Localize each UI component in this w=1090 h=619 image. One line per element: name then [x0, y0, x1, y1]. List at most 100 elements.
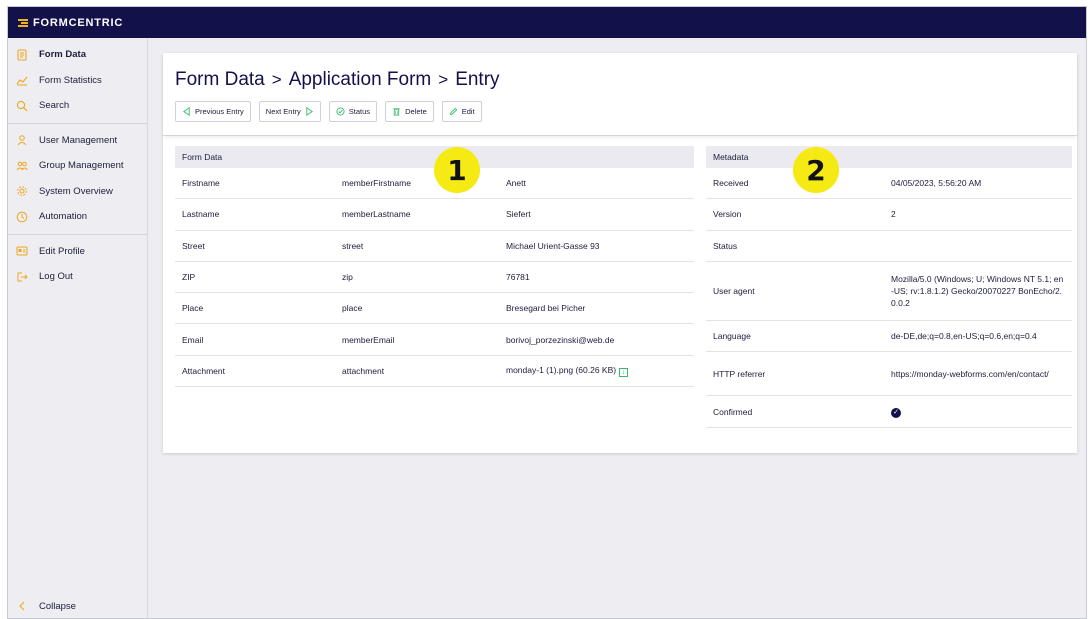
status-button[interactable]: Status — [328, 101, 378, 122]
metadata-title: Metadata — [706, 146, 1072, 168]
entry-card: Form Data > Application Form > Entry Pre… — [163, 53, 1077, 453]
chart-icon — [16, 74, 28, 86]
entry-header: Form Data > Application Form > Entry Pre… — [163, 53, 1077, 136]
sidebar-item-log-out[interactable]: Log Out — [8, 264, 147, 290]
table-row: ZIP zip 76781 — [175, 262, 694, 294]
search-icon — [16, 100, 28, 112]
field-name: street — [342, 240, 364, 251]
chevron-left-icon — [16, 600, 28, 612]
attachment-cell: monday-1 (1).png (60.26 KB) ↓ — [499, 364, 694, 378]
toolbar: Previous Entry Next Entry Status Delete … — [175, 101, 1077, 122]
next-entry-label: Next Entry — [265, 107, 301, 116]
field-label: Email — [182, 334, 204, 345]
edit-label: Edit — [461, 107, 475, 116]
table-row: HTTP referrer https://monday-webforms.co… — [706, 352, 1072, 397]
sidebar-item-label: Automation — [39, 211, 88, 223]
table-row: Version 2 — [706, 199, 1072, 231]
sidebar-item-label: Form Data — [39, 49, 86, 61]
sidebar: Form Data Form Statistics Search User Ma… — [8, 38, 148, 618]
clock-icon — [16, 211, 28, 223]
field-name: attachment — [342, 365, 385, 376]
gear-icon — [16, 185, 28, 197]
meta-value: de-DE,de;q=0.8,en-US;q=0.6,en;q=0.4 — [891, 331, 1037, 342]
logo-text: FORMCENTRIC — [33, 16, 124, 29]
previous-entry-label: Previous Entry — [195, 107, 244, 116]
triangle-right-icon — [305, 107, 314, 116]
sidebar-item-label: System Overview — [39, 185, 113, 197]
sidebar-item-label: Edit Profile — [39, 245, 85, 257]
meta-value: ✓ — [884, 405, 1072, 419]
field-label: Street — [182, 240, 205, 251]
sidebar-item-label: User Management — [39, 134, 118, 146]
sidebar-item-form-data[interactable]: Form Data — [8, 42, 147, 68]
meta-label: Confirmed — [713, 406, 753, 417]
sidebar-item-system-overview[interactable]: System Overview — [8, 179, 147, 205]
top-bar: FORMCENTRIC — [8, 7, 1086, 38]
annotation-marker-1: 1 — [434, 147, 480, 193]
sidebar-item-label: Log Out — [39, 271, 73, 283]
breadcrumb: Form Data > Application Form > Entry — [175, 68, 1077, 92]
logout-icon — [16, 271, 28, 283]
table-row: Language de-DE,de;q=0.8,en-US;q=0.6,en;q… — [706, 321, 1072, 353]
table-row: Received 04/05/2023, 5:56:20 AM — [706, 168, 1072, 200]
form-data-panel: Form Data Firstname memberFirstname Anet… — [175, 146, 694, 388]
field-label: Place — [182, 303, 204, 314]
table-row: Street street Michael Urient-Gasse 93 — [175, 231, 694, 262]
breadcrumb-item-application-form[interactable]: Application Form — [289, 69, 432, 91]
triangle-left-icon — [182, 107, 191, 116]
trash-icon — [392, 107, 401, 116]
table-row: Place place Bresegard bei Picher — [175, 293, 694, 325]
table-row: Confirmed ✓ — [706, 396, 1072, 429]
table-row: Lastname memberLastname Siefert — [175, 199, 694, 231]
field-value: Bresegard bei Picher — [506, 303, 586, 314]
app-window: FORMCENTRIC Form Data Form Statistics Se… — [7, 6, 1087, 619]
sidebar-item-search[interactable]: Search — [8, 93, 147, 119]
edit-button[interactable]: Edit — [441, 101, 482, 122]
field-value: Siefert — [506, 209, 531, 220]
delete-button[interactable]: Delete — [385, 101, 434, 122]
sidebar-item-label: Group Management — [39, 160, 124, 172]
meta-value: https://monday-webforms.com/en/contact/ — [891, 368, 1049, 379]
sidebar-item-group-management[interactable]: Group Management — [8, 153, 147, 179]
field-name: zip — [342, 272, 353, 283]
user-icon — [16, 134, 28, 146]
sidebar-item-edit-profile[interactable]: Edit Profile — [8, 239, 147, 265]
previous-entry-button[interactable]: Previous Entry — [175, 101, 251, 122]
breadcrumb-item-entry: Entry — [455, 69, 500, 90]
field-name: memberEmail — [342, 334, 395, 345]
meta-value: 2 — [891, 209, 896, 220]
table-row: Status — [706, 231, 1072, 262]
attachment-link[interactable]: monday-1 (1).png (60.26 KB) — [506, 365, 616, 375]
sidebar-item-automation[interactable]: Automation — [8, 204, 147, 230]
sidebar-item-label: Search — [39, 100, 70, 112]
breadcrumb-separator: > — [271, 70, 282, 89]
metadata-panel: Metadata Received 04/05/2023, 5:56:20 AM… — [706, 146, 1072, 429]
nav-group-admin: User Management Group Management System … — [8, 124, 147, 235]
download-icon[interactable]: ↓ — [619, 368, 629, 378]
meta-value: Mozilla/5.0 (Windows; U; Windows NT 5.1;… — [891, 273, 1064, 308]
field-name: place — [342, 303, 363, 314]
collapse-button[interactable]: Collapse — [16, 600, 76, 612]
breadcrumb-item-form-data[interactable]: Form Data — [175, 69, 265, 91]
next-entry-button[interactable]: Next Entry — [258, 101, 321, 122]
logo[interactable]: FORMCENTRIC — [18, 17, 123, 29]
nav-group-forms: Form Data Form Statistics Search — [8, 38, 147, 124]
check-circle-icon — [336, 107, 345, 116]
field-label: ZIP — [182, 272, 196, 283]
id-card-icon — [16, 245, 28, 257]
pencil-icon — [449, 107, 458, 116]
field-label: Firstname — [182, 178, 220, 189]
annotation-marker-2: 2 — [793, 147, 839, 193]
nav-group-profile: Edit Profile Log Out — [8, 235, 147, 294]
field-value: Anett — [506, 178, 526, 189]
meta-label: Status — [713, 240, 738, 251]
sidebar-item-label: Form Statistics — [39, 74, 102, 86]
logo-icon — [18, 18, 28, 28]
delete-label: Delete — [405, 107, 427, 116]
field-value: 76781 — [506, 272, 530, 283]
meta-label: Language — [713, 331, 751, 342]
sidebar-item-form-statistics[interactable]: Form Statistics — [8, 68, 147, 94]
meta-value: 04/05/2023, 5:56:20 AM — [891, 178, 982, 189]
table-row: Attachment attachment monday-1 (1).png (… — [175, 356, 694, 388]
sidebar-item-user-management[interactable]: User Management — [8, 128, 147, 154]
